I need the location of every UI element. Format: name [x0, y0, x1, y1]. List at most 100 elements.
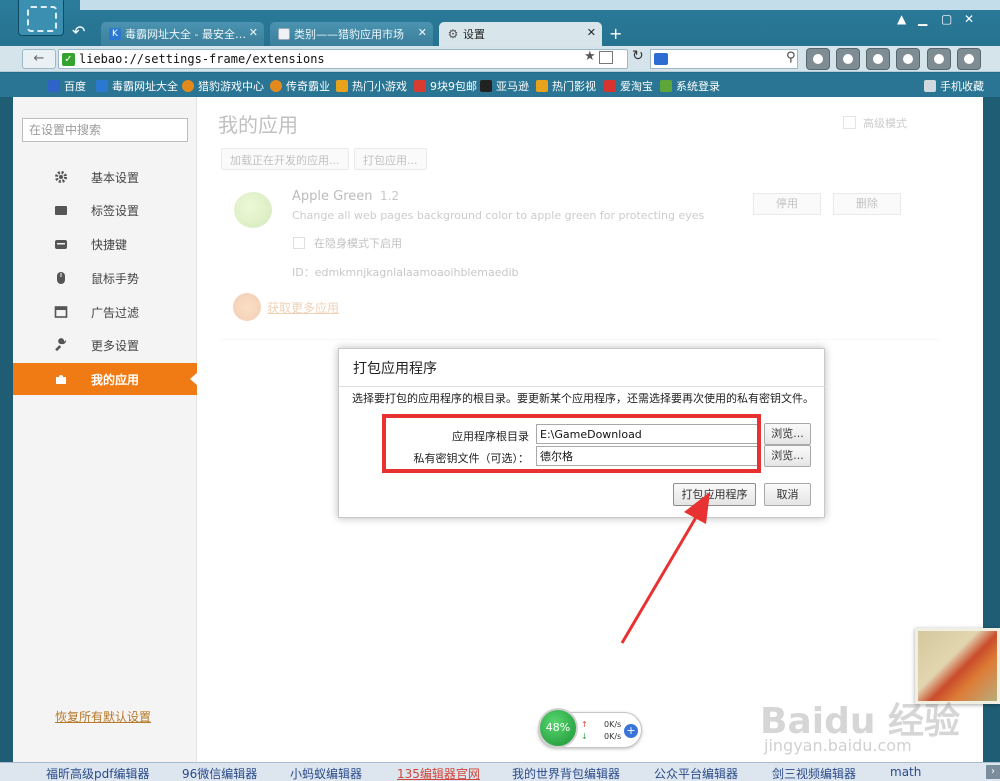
duba-icon	[96, 80, 108, 92]
sidebar-item-ad-filter[interactable]: 广告过滤	[13, 296, 197, 328]
disable-button[interactable]: 停用	[753, 193, 821, 215]
sidebar-item-mouse-gestures[interactable]: 鼠标手势	[13, 262, 197, 294]
bottom-link[interactable]: 我的世界背包编辑器	[512, 765, 620, 781]
bottom-link[interactable]: 小蚂蚁编辑器	[290, 765, 362, 781]
sidebar-item-shortcuts[interactable]: 快捷键	[13, 228, 197, 260]
app-card: Apple Green 1.2 Change all web pages bac…	[221, 182, 939, 340]
bookmark-duba[interactable]: 毒霸网址大全	[96, 78, 178, 94]
tab-icon	[55, 206, 67, 215]
bookmark-game-center[interactable]: 猎豹游戏中心	[182, 78, 264, 94]
watermark-url: jingyan.baidu.com	[764, 736, 912, 755]
bottom-link[interactable]: math	[890, 765, 921, 779]
window-icon	[54, 306, 68, 318]
k-icon[interactable]	[806, 48, 830, 70]
tab-settings[interactable]: ⚙ 设置 ✕	[439, 22, 602, 46]
bookmark-amazon[interactable]: 亚马逊	[480, 78, 529, 94]
advanced-mode-checkbox[interactable]	[843, 116, 856, 129]
pack-application-button[interactable]: 打包应用程序	[673, 483, 756, 506]
leopard-icon	[182, 80, 194, 92]
reload-icon[interactable]: ↻	[632, 48, 644, 64]
bookmark-mobile-favorites[interactable]: 手机收藏	[924, 78, 984, 94]
app-id: ID：edmkmnjkagnlalaamoaoihblemaedib	[292, 266, 519, 279]
search-input[interactable]	[650, 49, 798, 69]
load-unpacked-button[interactable]: 加载正在开发的应用...	[221, 148, 349, 170]
bookmark-baidu[interactable]: 百度	[48, 78, 86, 94]
baidu-engine-icon[interactable]	[654, 53, 668, 65]
bottom-link[interactable]: 公众平台编辑器	[654, 765, 738, 781]
close-icon[interactable]: ✕	[587, 26, 596, 39]
bookmark-small-games[interactable]: 热门小游戏	[336, 78, 407, 94]
bottom-link-strip: 福昕高级pdf编辑器 96微信编辑器 小蚂蚁编辑器 135编辑器官网 我的世界背…	[0, 762, 1000, 781]
folder-icon	[924, 80, 936, 92]
browser-logo[interactable]	[18, 0, 64, 36]
star-icon[interactable]: ★	[584, 49, 596, 64]
advanced-mode-label: 高级模式	[863, 117, 907, 130]
annotation-highlight-box	[382, 414, 761, 473]
shopping-icon	[414, 80, 426, 92]
maximize-icon[interactable]: ▢	[941, 12, 952, 26]
game-icon[interactable]	[927, 48, 951, 70]
dialog-description: 选择要打包的应用程序的根目录。要更新某个应用程序，还需选择要再次使用的私有密钥文…	[352, 392, 814, 405]
bookmarks-bar: 百度 毒霸网址大全 猎豹游戏中心 传奇霸业 热门小游戏 9块9包邮 亚马逊 热门…	[0, 73, 1000, 161]
settings-sidebar: 基本设置 标签设置 快捷键 鼠标手势 广告过滤 更多设置 我的应用 恢复所有默认…	[13, 97, 198, 762]
cancel-button[interactable]: 取消	[764, 483, 811, 506]
restore-defaults-link[interactable]: 恢复所有默认设置	[55, 708, 151, 725]
puzzle-icon	[56, 375, 66, 384]
bottom-link[interactable]: 135编辑器官网	[397, 765, 480, 781]
menu-icon[interactable]	[957, 48, 981, 70]
play-icon	[536, 80, 548, 92]
back-button[interactable]: ←	[22, 49, 56, 69]
delete-button[interactable]: 删除	[833, 193, 901, 215]
bookmark-aitaobao[interactable]: 爱淘宝	[604, 78, 653, 94]
settings-search-input[interactable]	[22, 118, 188, 142]
bookmark-9kuai9[interactable]: 9块9包邮	[414, 78, 477, 94]
sidebar-item-basic[interactable]: 基本设置	[13, 161, 197, 193]
upload-speed: 0K/s	[604, 720, 622, 729]
apple-icon	[234, 192, 272, 228]
bottom-link[interactable]: 福昕高级pdf编辑器	[46, 765, 149, 781]
speed-widget[interactable]: 48% ↑ 0K/s ↓ 0K/s +	[538, 708, 642, 748]
browse-key-button[interactable]: 浏览...	[764, 445, 811, 467]
tab-liebao-market[interactable]: 类别——猎豹应用市场 ✕	[270, 22, 433, 46]
bookmark-movies[interactable]: 热门影视	[536, 78, 596, 94]
game-icon	[336, 80, 348, 92]
sidebar-item-tabs[interactable]: 标签设置	[13, 194, 197, 226]
sidebar-item-my-apps[interactable]: 我的应用	[13, 363, 198, 395]
back-arrow-icon[interactable]: ↶	[72, 22, 85, 41]
bookmark-system-login[interactable]: 系统登录	[660, 78, 720, 94]
top-strip	[80, 0, 1000, 10]
bookmark-chuanqi[interactable]: 传奇霸业	[270, 78, 330, 94]
minimize-icon[interactable]: ▁	[918, 12, 927, 26]
qr-icon[interactable]	[599, 51, 613, 64]
bottom-link[interactable]: 剑三视频编辑器	[772, 765, 856, 781]
login-icon	[660, 80, 672, 92]
pin-icon[interactable]: ▲	[897, 12, 906, 26]
download-icon[interactable]	[896, 48, 920, 70]
plus-icon[interactable]: +	[624, 724, 638, 738]
bottom-link[interactable]: 96微信编辑器	[182, 765, 257, 781]
pack-app-button[interactable]: 打包应用...	[354, 148, 427, 170]
close-icon[interactable]: ✕	[249, 26, 258, 39]
gear-icon: ⚙	[447, 27, 459, 41]
incognito-checkbox[interactable]	[293, 237, 305, 249]
chevron-right-icon[interactable]: ›	[986, 765, 1000, 779]
search-icon[interactable]: ⚲	[786, 50, 796, 65]
leopard-icon	[270, 80, 282, 92]
duba-icon: K	[109, 28, 121, 40]
browse-root-button[interactable]: 浏览...	[764, 423, 811, 445]
close-icon[interactable]: ✕	[418, 26, 427, 39]
address-bar[interactable]: ✓ liebao://settings-frame/extensions	[58, 49, 628, 69]
lock-icon[interactable]	[836, 48, 860, 70]
tab-title: 类别——猎豹应用市场	[294, 28, 404, 41]
amazon-icon	[480, 80, 492, 92]
sidebar-item-more-settings[interactable]: 更多设置	[13, 329, 197, 361]
close-icon[interactable]: ✕	[964, 12, 974, 26]
star-button-icon[interactable]	[866, 48, 890, 70]
page-title: 我的应用	[218, 113, 298, 137]
url-text: liebao://settings-frame/extensions	[79, 52, 325, 66]
new-tab-button[interactable]: +	[609, 24, 622, 43]
get-more-apps-link[interactable]: 获取更多应用	[267, 299, 339, 316]
download-arrow-icon: ↓	[581, 732, 588, 741]
memory-percent-ball[interactable]: 48%	[538, 708, 578, 748]
tab-duba[interactable]: K 毒霸网址大全 - 最安全… ✕	[101, 22, 264, 46]
